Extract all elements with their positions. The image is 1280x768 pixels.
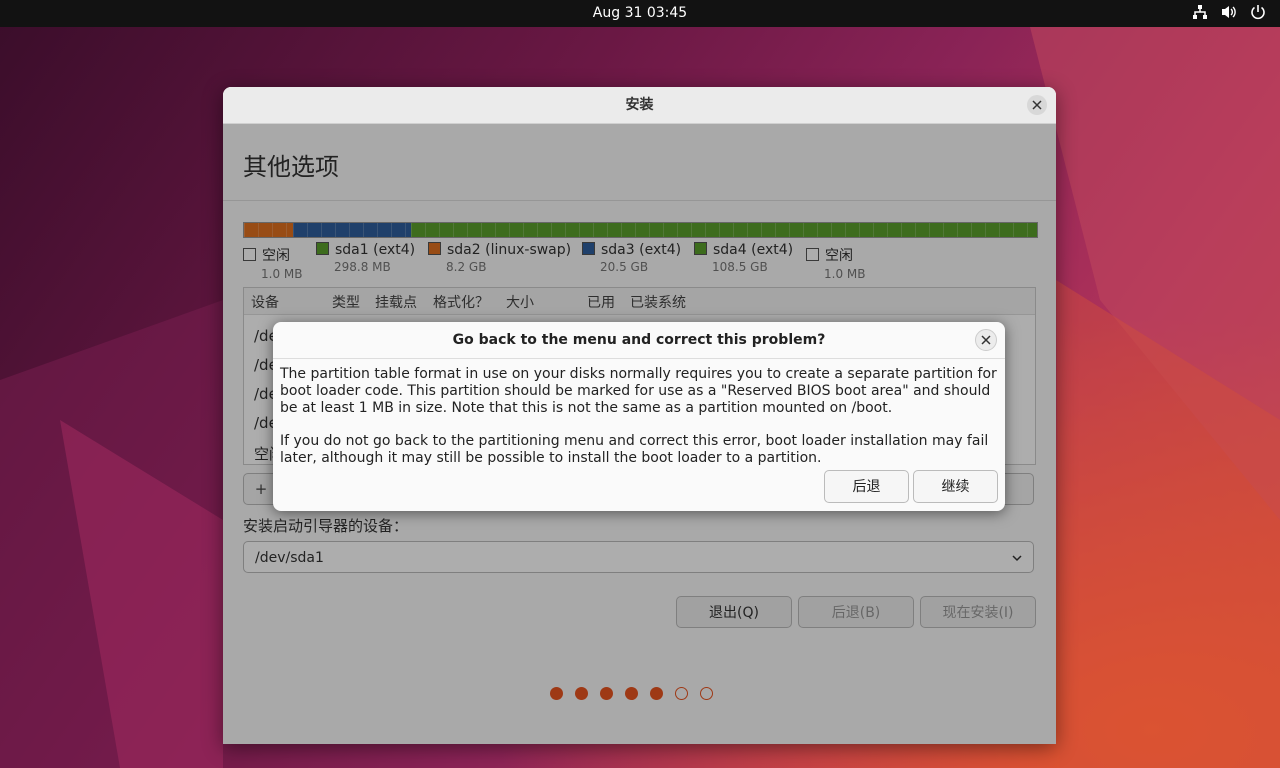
close-icon — [1032, 100, 1042, 110]
system-tray[interactable] — [1192, 4, 1266, 20]
warning-dialog: Go back to the menu and correct this pro… — [273, 322, 1005, 511]
window-title: 安装 — [625, 97, 654, 113]
dialog-title: Go back to the menu and correct this pro… — [452, 332, 826, 348]
dialog-paragraph: If you do not go back to the partitionin… — [280, 433, 989, 466]
dialog-message: The partition table format in use on you… — [280, 366, 1002, 483]
dialog-continue-button[interactable]: 继续 — [913, 470, 998, 503]
window-close-button[interactable] — [1027, 95, 1047, 115]
dialog-titlebar[interactable]: Go back to the menu and correct this pro… — [273, 322, 1005, 359]
window-titlebar[interactable]: 安装 — [223, 87, 1056, 124]
volume-icon[interactable] — [1220, 4, 1238, 20]
dialog-back-button[interactable]: 后退 — [824, 470, 909, 503]
close-icon — [981, 335, 991, 345]
power-icon[interactable] — [1250, 4, 1266, 20]
top-bar: Aug 31 03:45 — [0, 0, 1280, 27]
network-icon[interactable] — [1192, 4, 1208, 20]
clock[interactable]: Aug 31 03:45 — [0, 5, 1280, 21]
dialog-paragraph: The partition table format in use on you… — [280, 366, 997, 416]
dialog-close-button[interactable] — [975, 329, 997, 351]
